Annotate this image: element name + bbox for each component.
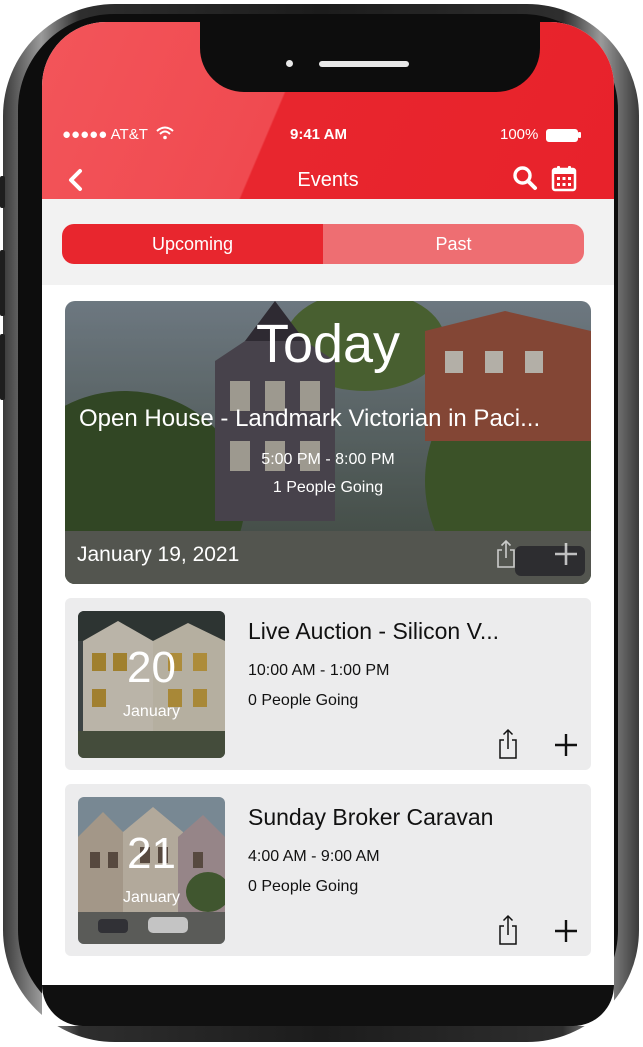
event-time: 10:00 AM - 1:00 PM	[248, 662, 390, 679]
event-month: January	[123, 889, 180, 906]
event-time: 4:00 AM - 9:00 AM	[248, 848, 380, 865]
share-icon[interactable]	[497, 914, 519, 946]
add-icon[interactable]	[553, 918, 579, 944]
featured-event-title: Open House - Landmark Victorian in Paci.…	[79, 405, 541, 432]
event-day: 20	[127, 643, 176, 692]
event-attendance: 0 People Going	[248, 692, 359, 709]
volume-up-button	[0, 250, 5, 316]
event-card[interactable]: 20 January Live Auction - Silicon V... 1…	[65, 598, 591, 770]
event-title: Sunday Broker Caravan	[248, 804, 494, 830]
volume-down-button	[0, 334, 5, 400]
event-day: 21	[127, 829, 176, 878]
battery-icon	[546, 129, 578, 142]
search-icon[interactable]	[512, 165, 538, 191]
event-thumbnail: 20 January	[78, 611, 225, 758]
battery-tip	[578, 132, 581, 138]
wifi-icon	[156, 126, 174, 140]
featured-event-time: 5:00 PM - 8:00 PM	[261, 451, 395, 468]
status-time: 9:41 AM	[290, 126, 347, 143]
notch	[200, 22, 540, 92]
event-attendance: 0 People Going	[248, 878, 359, 895]
tab-past[interactable]: Past	[323, 224, 584, 264]
mute-switch	[0, 176, 5, 208]
featured-heading: Today	[255, 314, 401, 374]
featured-event-attendance: 1 People Going	[272, 479, 384, 496]
add-icon[interactable]	[553, 541, 579, 567]
share-icon[interactable]	[495, 539, 517, 569]
segmented-control: Upcoming Past	[62, 224, 584, 264]
battery-percent: 100%	[500, 126, 539, 143]
event-thumbnail: 21 January	[78, 797, 225, 944]
speaker-grille	[319, 61, 409, 67]
front-camera	[286, 60, 293, 67]
featured-event-card[interactable]: Today Open House - Landmark Victorian in…	[65, 301, 591, 584]
app-screen: ●●●●● AT&T 9:41 AM 100% Events Upcoming …	[42, 22, 614, 1026]
event-month: January	[123, 703, 180, 720]
event-title: Live Auction - Silicon V...	[248, 618, 500, 644]
calendar-icon[interactable]	[550, 164, 578, 192]
tab-upcoming[interactable]: Upcoming	[62, 224, 323, 264]
event-card[interactable]: 21 January Sunday Broker Caravan 4:00 AM…	[65, 784, 591, 956]
featured-event-date: January 19, 2021	[77, 543, 240, 566]
carrier-label: ●●●●● AT&T	[62, 126, 174, 143]
share-icon[interactable]	[497, 728, 519, 760]
bottom-bezel	[42, 985, 614, 1026]
add-icon[interactable]	[553, 732, 579, 758]
